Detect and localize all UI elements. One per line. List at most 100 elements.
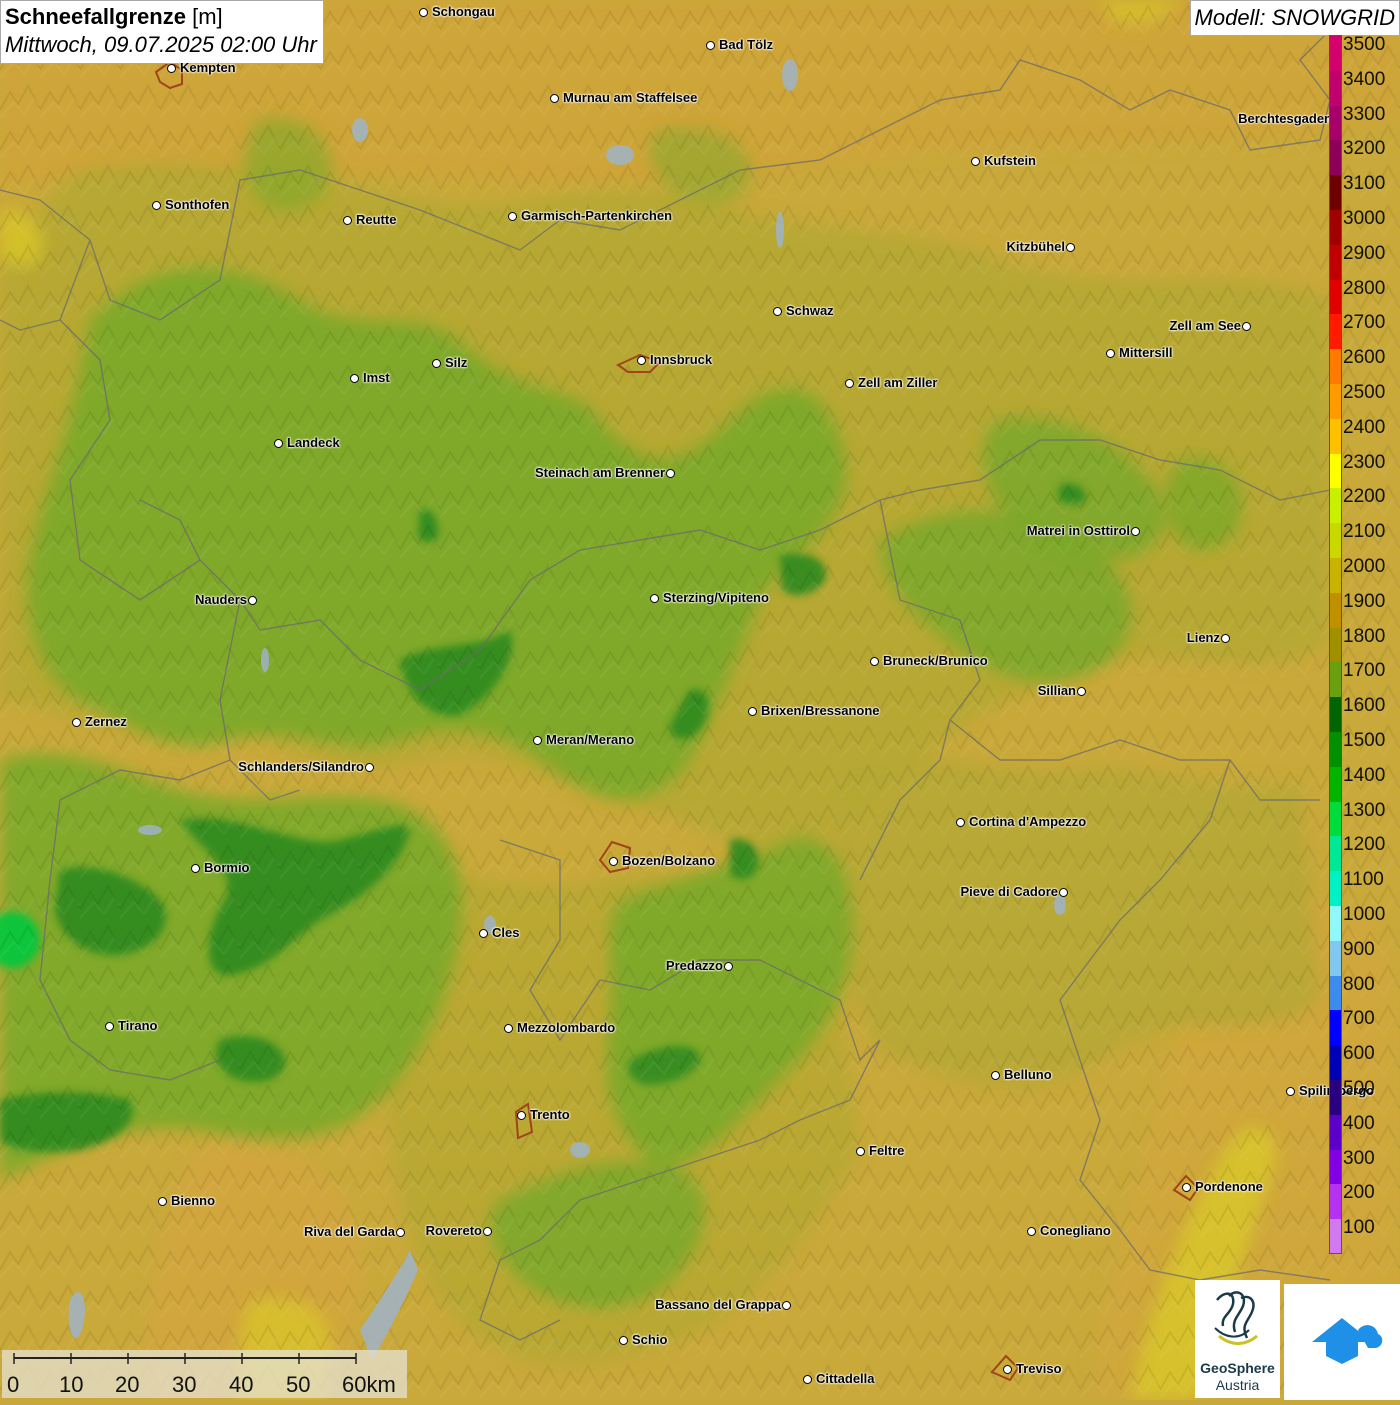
city-label[interactable]: Brixen/Bressanone	[761, 703, 880, 718]
city-marker-icon[interactable]	[479, 929, 488, 938]
city-label[interactable]: Riva del Garda	[304, 1224, 395, 1239]
city-label[interactable]: Zell am See	[1169, 318, 1241, 333]
city-label[interactable]: Cles	[492, 925, 519, 940]
city-marker-icon[interactable]	[666, 469, 675, 478]
city-label[interactable]: Rovereto	[426, 1223, 482, 1238]
city-marker-icon[interactable]	[1131, 527, 1140, 536]
city-label[interactable]: Bozen/Bolzano	[622, 853, 715, 868]
city-label[interactable]: Schio	[632, 1332, 667, 1347]
city-label[interactable]: Murnau am Staffelsee	[563, 90, 697, 105]
city-marker-icon[interactable]	[782, 1301, 791, 1310]
city-label[interactable]: Feltre	[869, 1143, 904, 1158]
city-marker-icon[interactable]	[72, 718, 81, 727]
city-marker-icon[interactable]	[1003, 1365, 1012, 1374]
city-marker-icon[interactable]	[1066, 243, 1075, 252]
city-marker-icon[interactable]	[637, 356, 646, 365]
city-marker-icon[interactable]	[167, 64, 176, 73]
city-label[interactable]: Pieve di Cadore	[960, 884, 1058, 899]
city-label[interactable]: Sterzing/Vipiteno	[663, 590, 769, 605]
city-marker-icon[interactable]	[1242, 322, 1251, 331]
city-marker-icon[interactable]	[248, 596, 257, 605]
city-marker-icon[interactable]	[845, 379, 854, 388]
city-marker-icon[interactable]	[1182, 1183, 1191, 1192]
city-marker-icon[interactable]	[803, 1375, 812, 1384]
city-marker-icon[interactable]	[343, 216, 352, 225]
city-label[interactable]: Kufstein	[984, 153, 1036, 168]
city-marker-icon[interactable]	[396, 1228, 405, 1237]
city-marker-icon[interactable]	[1027, 1227, 1036, 1236]
city-marker-icon[interactable]	[191, 864, 200, 873]
city-label[interactable]: Schongau	[432, 4, 495, 19]
city-marker-icon[interactable]	[533, 736, 542, 745]
city-label[interactable]: Cittadella	[816, 1371, 875, 1386]
city-label[interactable]: Nauders	[195, 592, 247, 607]
city-marker-icon[interactable]	[619, 1336, 628, 1345]
city-label[interactable]: Kitzbühel	[1007, 239, 1066, 254]
city-label[interactable]: Bassano del Grappa	[655, 1297, 781, 1312]
city-label[interactable]: Pordenone	[1195, 1179, 1263, 1194]
city-label[interactable]: Predazzo	[666, 958, 723, 973]
geosphere-logo[interactable]: GeoSphere Austria	[1195, 1280, 1280, 1398]
city-label[interactable]: Mittersill	[1119, 345, 1172, 360]
app-logo[interactable]	[1284, 1284, 1400, 1400]
city-label[interactable]: Belluno	[1004, 1067, 1052, 1082]
city-label[interactable]: Cortina d'Ampezzo	[969, 814, 1086, 829]
city-label[interactable]: Bad Tölz	[719, 37, 773, 52]
city-label[interactable]: Silz	[445, 355, 467, 370]
city-label[interactable]: Bruneck/Brunico	[883, 653, 988, 668]
city-marker-icon[interactable]	[517, 1111, 526, 1120]
city-label[interactable]: Meran/Merano	[546, 732, 634, 747]
city-marker-icon[interactable]	[1059, 888, 1068, 897]
city-label[interactable]: Matrei in Osttirol	[1027, 523, 1130, 538]
city-marker-icon[interactable]	[504, 1024, 513, 1033]
city-label[interactable]: Zernez	[85, 714, 127, 729]
city-label[interactable]: Sonthofen	[165, 197, 229, 212]
city-marker-icon[interactable]	[1286, 1087, 1295, 1096]
city-marker-icon[interactable]	[870, 657, 879, 666]
city-label[interactable]: Lienz	[1187, 630, 1220, 645]
city-marker-icon[interactable]	[856, 1147, 865, 1156]
city-label[interactable]: Bienno	[171, 1193, 215, 1208]
city-label[interactable]: Zell am Ziller	[858, 375, 937, 390]
city-marker-icon[interactable]	[706, 41, 715, 50]
city-marker-icon[interactable]	[274, 439, 283, 448]
city-marker-icon[interactable]	[748, 707, 757, 716]
city-marker-icon[interactable]	[1077, 687, 1086, 696]
city-label[interactable]: Berchtesgaden	[1238, 111, 1332, 126]
city-marker-icon[interactable]	[1221, 634, 1230, 643]
city-label[interactable]: Schlanders/Silandro	[238, 759, 364, 774]
city-marker-icon[interactable]	[724, 962, 733, 971]
city-label[interactable]: Mezzolombardo	[517, 1020, 615, 1035]
city-label[interactable]: Tirano	[118, 1018, 158, 1033]
city-label[interactable]: Conegliano	[1040, 1223, 1111, 1238]
city-marker-icon[interactable]	[105, 1022, 114, 1031]
city-label[interactable]: Steinach am Brenner	[535, 465, 665, 480]
city-marker-icon[interactable]	[773, 307, 782, 316]
city-label[interactable]: Landeck	[287, 435, 340, 450]
city-marker-icon[interactable]	[419, 8, 428, 17]
city-label[interactable]: Kempten	[180, 60, 236, 75]
city-label[interactable]: Schwaz	[786, 303, 834, 318]
city-label[interactable]: Treviso	[1016, 1361, 1062, 1376]
city-marker-icon[interactable]	[350, 374, 359, 383]
city-label[interactable]: Innsbruck	[650, 352, 712, 367]
city-marker-icon[interactable]	[991, 1071, 1000, 1080]
city-marker-icon[interactable]	[1106, 349, 1115, 358]
city-marker-icon[interactable]	[508, 212, 517, 221]
city-label[interactable]: Bormio	[204, 860, 250, 875]
city-marker-icon[interactable]	[550, 94, 559, 103]
city-label[interactable]: Garmisch-Partenkirchen	[521, 208, 672, 223]
city-marker-icon[interactable]	[432, 359, 441, 368]
city-marker-icon[interactable]	[365, 763, 374, 772]
city-label[interactable]: Imst	[363, 370, 390, 385]
city-label[interactable]: Reutte	[356, 212, 396, 227]
city-label[interactable]: Trento	[530, 1107, 570, 1122]
city-marker-icon[interactable]	[971, 157, 980, 166]
city-label[interactable]: Sillian	[1038, 683, 1076, 698]
city-marker-icon[interactable]	[152, 201, 161, 210]
city-marker-icon[interactable]	[956, 818, 965, 827]
city-marker-icon[interactable]	[483, 1227, 492, 1236]
city-marker-icon[interactable]	[158, 1197, 167, 1206]
city-marker-icon[interactable]	[609, 857, 618, 866]
city-marker-icon[interactable]	[650, 594, 659, 603]
